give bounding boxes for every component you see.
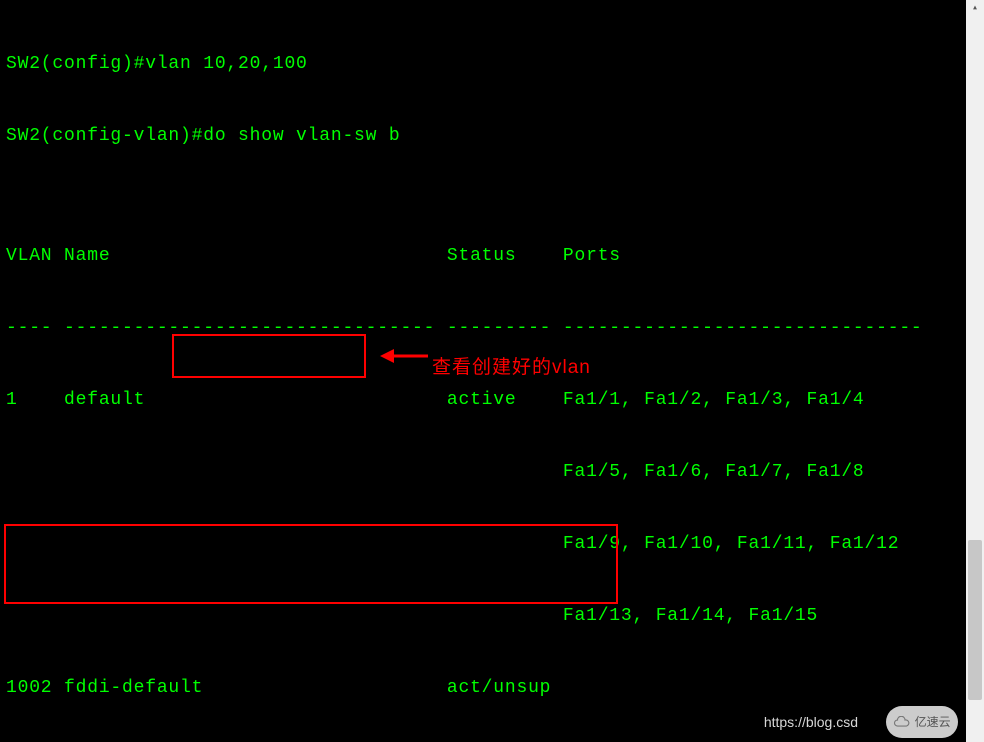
terminal-line: Fa1/5, Fa1/6, Fa1/7, Fa1/8 <box>6 460 960 484</box>
terminal-line: SW2(config-vlan)#do show vlan-sw b <box>6 124 960 148</box>
scrollbar-thumb[interactable] <box>968 540 982 700</box>
terminal-line: 1 default active Fa1/1, Fa1/2, Fa1/3, Fa… <box>6 388 960 412</box>
terminal-line: VLAN Name Status Ports <box>6 244 960 268</box>
terminal-line: SW2(config)#vlan 10,20,100 <box>6 52 960 76</box>
logo-text: 亿速云 <box>915 715 951 729</box>
viewport: SW2(config)#vlan 10,20,100 SW2(config-vl… <box>0 0 984 742</box>
site-logo: 亿速云 <box>886 706 958 738</box>
terminal-line: Fa1/9, Fa1/10, Fa1/11, Fa1/12 <box>6 532 960 556</box>
watermark-text: https://blog.csd <box>764 714 858 730</box>
scroll-up-arrow-icon[interactable]: ▴ <box>966 0 984 18</box>
arrow-icon <box>380 344 430 368</box>
cloud-icon <box>893 716 911 730</box>
terminal-line: ---- -------------------------------- --… <box>6 316 960 340</box>
scrollbar-track[interactable]: ▴ <box>966 0 984 742</box>
terminal-line: Fa1/13, Fa1/14, Fa1/15 <box>6 604 960 628</box>
terminal-window[interactable]: SW2(config)#vlan 10,20,100 SW2(config-vl… <box>0 0 966 742</box>
annotation-text: 查看创建好的vlan <box>432 352 591 379</box>
terminal-line: 1002 fddi-default act/unsup <box>6 676 960 700</box>
